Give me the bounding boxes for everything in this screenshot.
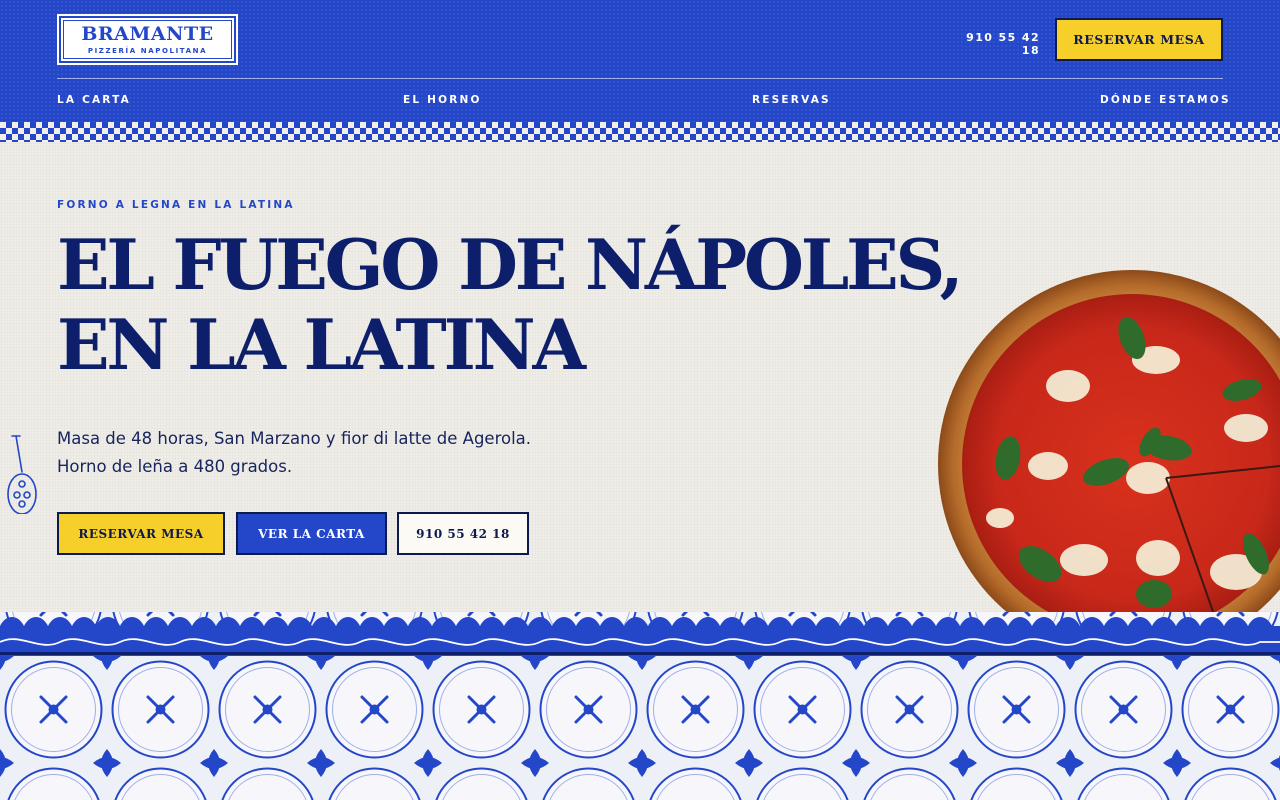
hero-subtitle: Masa de 48 horas, San Marzano y fior di … — [57, 425, 577, 481]
nav-item-la-carta[interactable]: LA CARTA — [57, 94, 131, 106]
nav-item-reservas[interactable]: RESERVAS — [752, 94, 831, 106]
nav-item-el-horno[interactable]: EL HORNO — [403, 94, 482, 106]
site-header: BRAMANTE PIZZERÍA NAPOLITANA 910 55 42 1… — [0, 0, 1280, 122]
brand-name: BRAMANTE — [81, 23, 214, 45]
nav-item-donde-estamos[interactable]: DÓNDE ESTAMOS — [1100, 94, 1231, 106]
brand-logo[interactable]: BRAMANTE PIZZERÍA NAPOLITANA — [57, 14, 238, 65]
subtitle-line-2: Horno de leña a 480 grados. — [57, 457, 293, 476]
hero-reserve-button[interactable]: RESERVAR MESA — [57, 512, 225, 555]
headline-line-1: EL FUEGO DE NÁPOLES, — [57, 225, 964, 306]
header-reserve-button[interactable]: RESERVAR MESA — [1055, 18, 1223, 61]
tile-pattern-band — [0, 612, 1280, 800]
hero-eyebrow: FORNO A LEGNA EN LA LATINA — [57, 199, 295, 211]
hero-headline: EL FUEGO DE NÁPOLES, EN LA LATINA — [57, 225, 964, 386]
header-phone-link[interactable]: 910 55 42 18 — [944, 31, 1040, 57]
pizza-image — [936, 268, 1280, 620]
checker-border — [0, 122, 1280, 142]
pizza-peel-icon — [7, 435, 37, 514]
hero-menu-button[interactable]: VER LA CARTA — [236, 512, 387, 555]
brand-tagline: PIZZERÍA NAPOLITANA — [87, 47, 208, 55]
subtitle-line-1: Masa de 48 horas, San Marzano y fior di … — [57, 429, 532, 448]
header-divider — [57, 78, 1223, 79]
hero-phone-button[interactable]: 910 55 42 18 — [397, 512, 529, 555]
headline-line-2: EN LA LATINA — [57, 305, 586, 386]
